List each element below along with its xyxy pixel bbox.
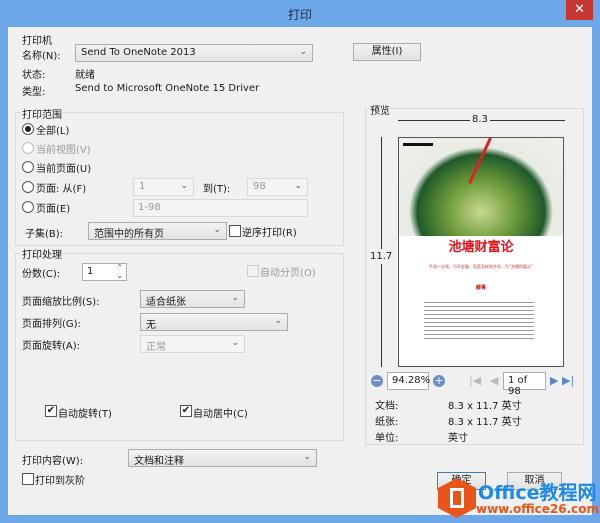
zoom-input[interactable]: 94.28% (387, 372, 430, 390)
title-bar: 打印 ✕ (0, 0, 600, 27)
radio-current-view-label: 当前视图(V) (36, 145, 91, 156)
auto-center-checkbox[interactable]: ✔ (180, 405, 192, 417)
zoom-out-button[interactable]: − (371, 375, 383, 387)
radio-pages-from-label: 页面: 从(F) (36, 184, 87, 195)
scale-select[interactable]: 适合纸张 ⌄ (140, 290, 245, 308)
doc-size-value: 8.3 x 11.7 英寸 (448, 401, 522, 412)
collate-label: 自动分页(O) (260, 268, 316, 279)
chevron-down-icon: ⌄ (294, 181, 302, 191)
auto-rotate-checkbox[interactable]: ✔ (45, 405, 57, 417)
printer-select-value: Send To OneNote 2013 (81, 47, 196, 58)
from-page-select[interactable]: 1 ⌄ (133, 178, 194, 196)
radio-pages-from[interactable] (22, 181, 34, 193)
arrange-select[interactable]: 无 ⌄ (140, 313, 288, 331)
office-logo-glyph (450, 488, 464, 508)
close-button[interactable]: ✕ (566, 0, 593, 20)
doc-subtitle: 平流一分钱，为开金融，而是怎样经济学，为“池塘财富论” (428, 264, 534, 269)
header-bar (403, 143, 433, 146)
rotate-select[interactable]: 正常 ⌄ (140, 335, 245, 353)
subset-select[interactable]: 范围中的所有页 ⌄ (88, 222, 227, 240)
content-label: 打印内容(W): (22, 456, 84, 467)
auto-rotate-label: 自动旋转(T) (58, 409, 112, 420)
window-title: 打印 (287, 8, 312, 22)
first-page-button[interactable]: |◀ (469, 374, 481, 387)
pages-input[interactable]: 1-98 (133, 199, 308, 217)
height-value: 11.7 (370, 249, 393, 264)
arrange-value: 无 (146, 320, 156, 331)
radio-all[interactable] (22, 123, 34, 135)
spinner-arrows-icon[interactable]: ⌃ ⌄ (116, 264, 123, 280)
copies-label: 份数(C): (22, 269, 61, 280)
last-page-button[interactable]: ▶| (562, 374, 574, 387)
doc-size-label: 文档: (375, 401, 399, 412)
width-value: 8.3 (470, 114, 490, 125)
auto-center-label: 自动居中(C) (193, 409, 248, 420)
chevron-down-icon: ⌄ (274, 316, 282, 326)
chevron-down-icon: ⌄ (213, 225, 221, 235)
paper-size-value: 8.3 x 11.7 英寸 (448, 417, 522, 428)
to-label: 到(T): (203, 184, 231, 195)
grayscale-checkbox[interactable] (22, 473, 34, 485)
doc-text-lines (424, 302, 534, 342)
to-page-value: 98 (253, 181, 266, 192)
type-label: 类型: (22, 87, 46, 98)
reverse-label: 逆序打印(R) (242, 228, 297, 239)
print-range-label: 打印范围 (21, 106, 63, 121)
rotate-label: 页面旋转(A): (22, 341, 81, 352)
doc-author: 薛青 (475, 285, 486, 291)
arrange-label: 页面排列(G): (22, 319, 81, 330)
chevron-down-icon: ⌄ (231, 293, 239, 303)
radio-all-label: 全部(L) (36, 126, 70, 137)
copies-spinner[interactable]: 1 ⌃ ⌄ (82, 263, 127, 281)
to-page-select[interactable]: 98 ⌄ (247, 178, 308, 196)
page-input[interactable]: 1 of 98 (503, 372, 546, 397)
printer-name-label: 名称(N): (22, 51, 61, 62)
chevron-down-icon: ⌄ (180, 181, 188, 191)
page-preview: 池塘财富论 平流一分钱，为开金融，而是怎样经济学，为“池塘财富论” 薛青 (398, 137, 564, 367)
from-page-value: 1 (139, 181, 146, 192)
radio-pages-label: 页面(E) (36, 204, 71, 215)
printer-select[interactable]: Send To OneNote 2013 ⌄ (75, 44, 313, 62)
unit-label: 单位: (375, 433, 399, 444)
type-value: Send to Microsoft OneNote 15 Driver (75, 83, 260, 94)
next-page-button[interactable]: ▶ (550, 374, 558, 387)
watermark-brand: Office教程网 (478, 482, 597, 504)
radio-current-view[interactable] (22, 142, 34, 154)
grayscale-label: 打印到灰阶 (35, 476, 85, 487)
radio-pages[interactable] (22, 201, 34, 213)
radio-current-page[interactable] (22, 161, 34, 173)
chevron-down-icon: ⌄ (231, 338, 239, 348)
print-handling-label: 打印处理 (21, 246, 63, 261)
doc-title: 池塘财富论 (448, 240, 514, 255)
content-select[interactable]: 文档和注释 ⌄ (128, 449, 317, 467)
chevron-down-icon: ⌄ (303, 452, 311, 462)
rotate-value: 正常 (146, 342, 166, 353)
scale-label: 页面缩放比例(S): (22, 297, 100, 308)
subset-label: 子集(B): (25, 229, 64, 240)
status-label: 状态: (22, 70, 46, 81)
printer-group-label: 打印机 (22, 36, 52, 47)
zoom-in-button[interactable]: + (433, 375, 445, 387)
properties-button[interactable]: 属性(I) (353, 43, 421, 61)
preview-label: 预览 (370, 102, 390, 117)
prev-page-button[interactable]: ◀ (490, 374, 498, 387)
content-value: 文档和注释 (134, 456, 184, 467)
collate-checkbox[interactable] (247, 265, 259, 277)
unit-value: 英寸 (448, 433, 468, 444)
radio-current-page-label: 当前页面(U) (36, 164, 92, 175)
copies-value: 1 (87, 266, 94, 277)
subset-value: 范围中的所有页 (94, 229, 164, 240)
chevron-down-icon: ⌄ (299, 47, 307, 57)
status-value: 就绪 (75, 70, 95, 81)
paper-size-label: 纸张: (375, 417, 399, 428)
scale-value: 适合纸张 (146, 297, 186, 308)
reverse-checkbox[interactable] (229, 225, 241, 237)
watermark-url: www.office26.com (476, 502, 600, 516)
